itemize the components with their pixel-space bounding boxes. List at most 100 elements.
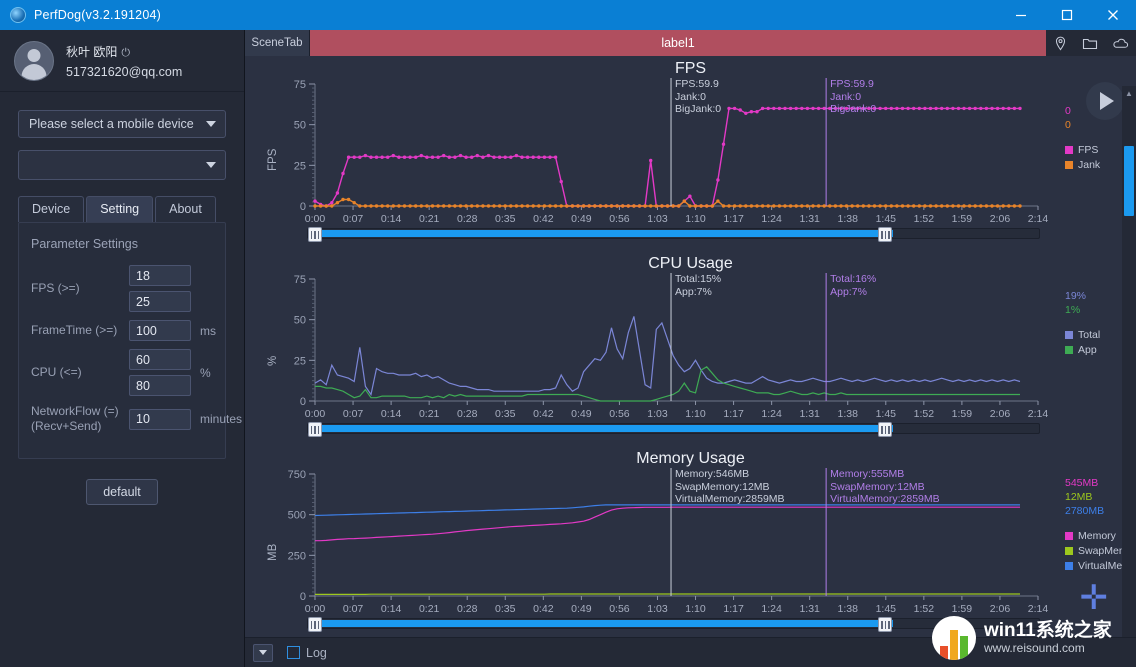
cpu-threshold-input-1[interactable] — [129, 349, 191, 370]
series-point — [486, 153, 491, 158]
x-tick-label: 0:07 — [343, 408, 364, 420]
legend-swatch — [1065, 532, 1073, 540]
series-point — [884, 204, 888, 208]
series-point — [458, 204, 463, 208]
folder-icon[interactable] — [1082, 36, 1098, 51]
time-range-slider[interactable] — [307, 617, 1040, 632]
cloud-icon[interactable] — [1112, 36, 1129, 51]
watermark: win11系统之家 www.reisound.com — [932, 615, 1130, 661]
slider-handle-right[interactable] — [878, 422, 893, 437]
series-point — [537, 155, 541, 159]
legend-entry[interactable]: Jank — [1065, 158, 1100, 172]
legend-label: Jank — [1078, 159, 1101, 171]
x-tick-label: 0:07 — [343, 603, 364, 615]
series-point — [766, 204, 770, 208]
series-point — [475, 204, 479, 208]
legend-entry[interactable]: Total — [1065, 328, 1100, 342]
close-icon[interactable] — [1090, 0, 1136, 30]
series-point — [531, 204, 535, 208]
cursor-readout-2: Memory:555MB SwapMemory:12MB VirtualMemory… — [830, 468, 940, 506]
series-point — [967, 204, 972, 208]
x-tick-label: 1:24 — [761, 408, 782, 420]
series-point — [559, 179, 563, 184]
series-point — [481, 155, 485, 159]
series-point — [341, 171, 345, 176]
legend-entry[interactable]: App — [1065, 343, 1100, 357]
fps-threshold-input-2[interactable] — [129, 291, 191, 312]
series-point — [962, 204, 966, 208]
x-tick-label: 1:03 — [647, 603, 668, 615]
vertical-scrollbar[interactable]: ▲ ▼ — [1122, 86, 1136, 666]
series-point — [358, 204, 362, 208]
x-tick-label: 2:06 — [990, 408, 1011, 420]
networkflow-input[interactable] — [129, 408, 191, 430]
x-tick-label: 0:42 — [533, 408, 554, 420]
slider-handle-right[interactable] — [878, 617, 893, 632]
maximize-icon[interactable] — [1044, 0, 1090, 30]
default-button[interactable]: default — [86, 479, 158, 505]
device-select[interactable]: Please select a mobile device — [18, 110, 226, 138]
scene-tab-button[interactable]: SceneTab — [245, 30, 310, 56]
plus-icon[interactable]: ✛ — [1080, 581, 1109, 615]
x-tick-label: 0:35 — [495, 603, 516, 615]
time-range-slider[interactable] — [307, 422, 1040, 437]
slider-handle-left[interactable] — [308, 422, 322, 437]
series-point — [514, 204, 519, 208]
log-checkbox[interactable] — [287, 646, 300, 659]
label-bar[interactable]: label1 — [310, 30, 1046, 56]
time-range-slider[interactable] — [307, 227, 1040, 242]
series-point — [917, 204, 921, 208]
series-point — [430, 155, 435, 159]
series-point — [553, 155, 558, 159]
series-point — [1012, 204, 1017, 208]
legend-entry[interactable]: FPS — [1065, 143, 1100, 157]
frametime-threshold-input[interactable] — [129, 320, 191, 341]
slider-fill — [308, 230, 893, 237]
series-point — [884, 106, 888, 111]
account-name: 秋叶 欧阳 — [66, 44, 118, 59]
series-point — [749, 204, 754, 208]
x-tick-label: 1:24 — [761, 603, 782, 615]
scrollbar-thumb[interactable] — [1124, 146, 1134, 216]
avatar[interactable] — [14, 40, 54, 81]
tab-setting[interactable]: Setting — [86, 196, 154, 222]
series-point — [464, 204, 468, 208]
series-point — [772, 204, 776, 208]
legend-label: Total — [1078, 329, 1101, 341]
legend-swatch — [1065, 331, 1073, 339]
slider-handle-left[interactable] — [308, 227, 322, 242]
location-pin-icon[interactable] — [1053, 36, 1068, 51]
x-tick-label: 1:10 — [685, 213, 706, 225]
slider-handle-left[interactable] — [308, 617, 322, 632]
x-tick-label: 1:45 — [876, 603, 897, 615]
bottom-dropdown-button[interactable] — [253, 643, 273, 662]
series-point — [1007, 106, 1011, 111]
minimize-icon[interactable] — [998, 0, 1044, 30]
series-point — [984, 106, 989, 111]
series-point — [721, 204, 726, 208]
fps-threshold-group: FPS (>=) — [31, 265, 213, 312]
app-select[interactable] — [18, 150, 226, 180]
x-tick-label: 0:49 — [571, 408, 592, 420]
play-icon — [1100, 92, 1114, 110]
legend-swatch — [1065, 547, 1073, 555]
slider-handle-right[interactable] — [878, 227, 893, 242]
series-point — [503, 204, 507, 208]
tab-about[interactable]: About — [155, 196, 216, 222]
series-point — [805, 106, 810, 111]
cpu-threshold-input-2[interactable] — [129, 375, 191, 396]
series-point — [800, 106, 804, 111]
power-icon[interactable]: ⏻ — [121, 47, 130, 59]
scroll-up-arrow-icon[interactable]: ▲ — [1122, 86, 1136, 100]
x-tick-label: 0:28 — [457, 213, 478, 225]
tab-device[interactable]: Device — [18, 196, 85, 222]
fps-threshold-input-1[interactable] — [129, 265, 191, 286]
series-point — [514, 153, 519, 158]
play-button[interactable] — [1086, 82, 1124, 120]
series-point — [788, 204, 793, 208]
watermark-main: win11系统之家 — [984, 619, 1112, 641]
app-title: PerfDog(v3.2.191204) — [34, 8, 161, 22]
log-checkbox-wrap[interactable]: Log — [287, 646, 327, 660]
series-point — [626, 204, 630, 208]
x-tick-label: 1:59 — [952, 603, 973, 615]
